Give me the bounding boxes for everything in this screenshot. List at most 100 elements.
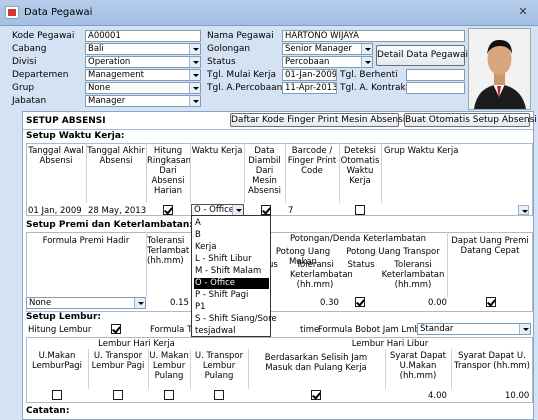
hitung-checkbox[interactable] bbox=[163, 205, 173, 215]
dropdown-item[interactable]: tesjadwal bbox=[194, 326, 269, 337]
departemen-select[interactable]: Management bbox=[85, 69, 201, 81]
header-potongan: Potongan/Denda Keterlambatan bbox=[289, 234, 427, 244]
selisih-jam-checkbox[interactable] bbox=[311, 390, 321, 400]
header-makan-pulang: U. Makan Lembur Pulang bbox=[149, 351, 189, 381]
departemen-label: Departemen bbox=[12, 70, 69, 80]
kode-pegawai-label: Kode Pegawai bbox=[12, 31, 75, 41]
tgl-berhenti-field[interactable] bbox=[406, 69, 465, 81]
dropdown-item[interactable]: B bbox=[194, 230, 269, 241]
waktu-kerja-dropdown[interactable]: A B Kerja L - Shift Libur M - Shift Mala… bbox=[191, 215, 277, 337]
departemen-value: Management bbox=[88, 70, 144, 80]
golongan-value: Senior Manager bbox=[285, 44, 353, 54]
finger-print-button[interactable]: Daftar Kode Finger Print Mesin Absensi bbox=[230, 113, 405, 127]
chevron-down-icon[interactable] bbox=[189, 96, 200, 106]
transpor-pulang-checkbox[interactable] bbox=[214, 390, 224, 400]
tgl-kontrak-label: Tgl. A. Kontrak bbox=[340, 83, 406, 93]
tgl-mulai-field[interactable]: 01-Jan-2009 bbox=[282, 69, 337, 81]
formula-t-label: Formula T bbox=[150, 325, 193, 335]
header-deteksi: Deteksi Otomatis Waktu Kerja bbox=[340, 146, 380, 186]
cabang-label: Cabang bbox=[12, 44, 47, 54]
header-uang-transpor: Potong Uang Transpor bbox=[346, 247, 440, 257]
chevron-down-icon[interactable] bbox=[189, 44, 200, 54]
header-hitung: Hitung Ringkasan Dari Absensi Harian bbox=[147, 146, 192, 196]
cabang-select[interactable]: Bali bbox=[85, 43, 201, 55]
col-divider bbox=[248, 349, 249, 389]
dropdown-item[interactable]: L - Shift Libur bbox=[194, 254, 269, 265]
toleransi-value[interactable]: 0.15 bbox=[170, 298, 189, 308]
close-icon[interactable]: ✕ bbox=[514, 5, 532, 19]
setup-lembur-title: Setup Lembur: bbox=[26, 312, 101, 322]
header-hari-libur: Lembur Hari Libur bbox=[351, 339, 429, 349]
status-transpor-checkbox[interactable] bbox=[355, 297, 365, 307]
golongan-select[interactable]: Senior Manager bbox=[282, 43, 373, 55]
jabatan-select[interactable]: Manager bbox=[85, 95, 201, 107]
tgl-kontrak-field[interactable] bbox=[406, 82, 465, 94]
grup-label: Grup bbox=[12, 83, 35, 93]
divider bbox=[23, 129, 533, 130]
grup-waktu-chevron-down-icon[interactable] bbox=[518, 205, 529, 215]
deteksi-checkbox[interactable] bbox=[355, 205, 365, 215]
header-tgl-akhir: Tanggal Akhir Absensi bbox=[87, 146, 145, 166]
header-syarat-transpor: Syarat Dapat U. Transpor (hh.mm) bbox=[454, 351, 530, 371]
tol-transpor-value[interactable]: 0.00 bbox=[428, 298, 447, 308]
makan-pulang-checkbox[interactable] bbox=[164, 390, 174, 400]
chevron-down-icon[interactable] bbox=[232, 205, 243, 215]
dropdown-item[interactable]: Kerja bbox=[194, 242, 269, 253]
dropdown-item[interactable]: S - Shift Siang/Sore bbox=[194, 314, 277, 325]
tgl-percobaan-field[interactable]: 11-Apr-2013 bbox=[282, 82, 337, 94]
formula-hadir-select[interactable]: None bbox=[26, 297, 146, 309]
grup-select[interactable]: None bbox=[85, 82, 201, 94]
hitung-lembur-checkbox[interactable] bbox=[111, 324, 121, 334]
dropdown-item[interactable]: P1 bbox=[194, 302, 269, 313]
syarat-makan-value[interactable]: 4.00 bbox=[428, 391, 447, 401]
chevron-down-icon[interactable] bbox=[134, 298, 145, 308]
tol-makan-value[interactable]: 0.30 bbox=[320, 298, 339, 308]
header-formula-hadir: Formula Premi Hadir bbox=[42, 236, 130, 246]
tgl-akhir-value[interactable]: 28 May, 2013 bbox=[88, 206, 146, 216]
golongan-label: Golongan bbox=[207, 44, 251, 54]
dropdown-item[interactable]: P - Shift Pagi bbox=[194, 290, 269, 301]
barcode-value[interactable]: 7 bbox=[288, 206, 293, 216]
formula-bobot-value: Standar bbox=[420, 324, 454, 334]
tgl-percobaan-label: Tgl. A.Percobaan bbox=[207, 83, 283, 93]
formula-hadir-value: None bbox=[29, 298, 52, 308]
divisi-value: Operation bbox=[88, 57, 131, 67]
chevron-down-icon[interactable] bbox=[361, 44, 372, 54]
status-select[interactable]: Percobaan bbox=[282, 56, 373, 68]
makan-pagi-checkbox[interactable] bbox=[52, 390, 62, 400]
kode-pegawai-field[interactable]: A00001 bbox=[85, 30, 201, 42]
transpor-pagi-checkbox[interactable] bbox=[113, 390, 123, 400]
chevron-down-icon[interactable] bbox=[189, 57, 200, 67]
chevron-down-icon[interactable] bbox=[519, 324, 530, 334]
dropdown-item[interactable]: A bbox=[194, 218, 269, 229]
title-bar: Data Pegawai ✕ bbox=[0, 0, 538, 26]
chevron-down-icon[interactable] bbox=[189, 83, 200, 93]
setup-premi-title: Setup Premi dan Keterlambatan: bbox=[26, 220, 193, 230]
header-transpor-pulang: U. Transpor Lembur Pulang bbox=[194, 351, 244, 381]
header-hari-kerja: Lembur Hari Kerja bbox=[98, 339, 175, 349]
dapat-uang-checkbox[interactable] bbox=[486, 297, 496, 307]
status-label: Status bbox=[207, 57, 236, 67]
dropdown-item-selected[interactable]: O - Office bbox=[194, 278, 269, 289]
divisi-select[interactable]: Operation bbox=[85, 56, 201, 68]
waktu-kerja-value: O - Office bbox=[194, 205, 234, 215]
auto-setup-button[interactable]: Buat Otomatis Setup Absensi bbox=[404, 113, 537, 127]
chevron-down-icon[interactable] bbox=[361, 57, 372, 67]
header-transpor-pagi: U. Transpor Lembur Pagi bbox=[91, 351, 145, 371]
chevron-down-icon[interactable] bbox=[189, 70, 200, 80]
header-waktu-kerja: Waktu Kerja bbox=[191, 146, 243, 156]
tgl-mulai-label: Tgl. Mulai Kerja bbox=[207, 70, 276, 80]
header-dapat-uang: Dapat Uang Premi Datang Cepat bbox=[451, 236, 529, 256]
data-mesin-checkbox[interactable] bbox=[261, 205, 271, 215]
header-tgl-awal: Tanggal Awal Absensi bbox=[28, 146, 84, 166]
formula-bobot-select[interactable]: Standar bbox=[417, 323, 531, 335]
detail-data-pegawai-button[interactable]: Detail Data Pegawai bbox=[376, 45, 468, 66]
tgl-awal-value[interactable]: 01 Jan, 2009 bbox=[28, 206, 82, 216]
hitung-lembur-label: Hitung Lembur bbox=[28, 325, 92, 335]
nama-pegawai-field[interactable]: HARTONO WIJAYA bbox=[282, 30, 465, 42]
grup-value: None bbox=[88, 83, 111, 93]
syarat-transpor-value[interactable]: 10.00 bbox=[505, 391, 529, 401]
dropdown-item[interactable]: M - Shift Malam bbox=[194, 266, 269, 277]
cabang-value: Bali bbox=[88, 44, 104, 54]
header-makan-pagi: U.Makan LemburPagi bbox=[31, 351, 83, 371]
